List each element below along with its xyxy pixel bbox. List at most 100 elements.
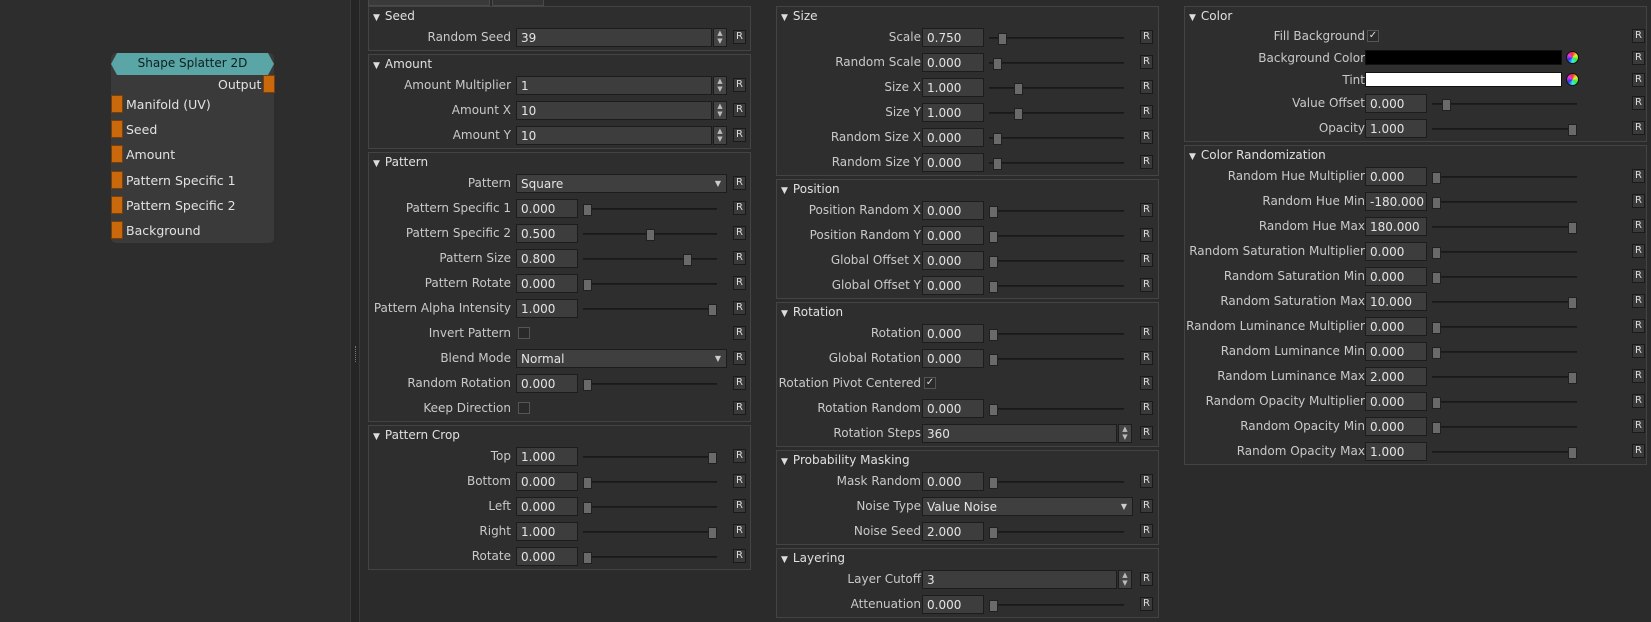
slider-handle[interactable]	[989, 477, 998, 489]
noise-seed-input[interactable]: 2.000	[922, 522, 984, 541]
right-slider[interactable]	[583, 527, 717, 539]
amount-x-spinner[interactable]: ▲ ▼	[713, 101, 727, 120]
random-seed-input[interactable]: 39	[516, 28, 712, 47]
rotation-random-input[interactable]: 0.000	[922, 399, 984, 418]
spin-up-icon[interactable]: ▲	[714, 29, 726, 37]
reset-button[interactable]: R	[1140, 474, 1153, 488]
pattern-specific-1-input[interactable]: 0.000	[516, 199, 578, 218]
reset-button[interactable]: R	[1632, 194, 1645, 208]
mask-random-input[interactable]: 0.000	[922, 472, 984, 491]
global-rotation-slider[interactable]	[989, 354, 1124, 366]
input-port[interactable]	[111, 221, 123, 239]
slider-handle[interactable]	[989, 329, 998, 341]
top-slider[interactable]	[583, 452, 717, 464]
attenuation-input[interactable]: 0.000	[922, 595, 984, 614]
random-opacity-min-input[interactable]: 0.000	[1365, 417, 1427, 436]
random-opacity-multiplier-slider[interactable]	[1432, 397, 1577, 409]
reset-button[interactable]: R	[1140, 499, 1153, 513]
input-port[interactable]	[111, 120, 123, 138]
group-header-color[interactable]: ▼ Color	[1185, 7, 1646, 25]
amount-x-input[interactable]: 10	[516, 101, 712, 120]
blend-mode-dropdown[interactable]: Normal ▼	[516, 349, 727, 368]
random-opacity-max-slider[interactable]	[1432, 447, 1577, 459]
input-port[interactable]	[111, 145, 123, 163]
amount-y-spinner[interactable]: ▲ ▼	[713, 126, 727, 145]
noise-seed-slider[interactable]	[989, 527, 1124, 539]
reset-button[interactable]: R	[1140, 105, 1153, 119]
reset-button[interactable]: R	[733, 401, 746, 415]
random-scale-slider[interactable]	[989, 58, 1124, 70]
random-seed-spinner[interactable]: ▲ ▼	[713, 28, 727, 47]
pattern-size-slider[interactable]	[583, 254, 717, 266]
reset-button[interactable]: R	[1632, 344, 1645, 358]
reset-button[interactable]: R	[1632, 444, 1645, 458]
group-header-pattern-crop[interactable]: ▼ Pattern Crop	[369, 426, 750, 444]
slider-handle[interactable]	[1014, 108, 1023, 120]
reset-button[interactable]: R	[1632, 369, 1645, 383]
reset-button[interactable]: R	[1140, 130, 1153, 144]
slider-handle[interactable]	[1014, 83, 1023, 95]
background-color-swatch[interactable]	[1365, 50, 1562, 65]
amount-multiplier-spinner[interactable]: ▲ ▼	[713, 76, 727, 95]
amount-y-input[interactable]: 10	[516, 126, 712, 145]
reset-button[interactable]: R	[1632, 394, 1645, 408]
left-slider[interactable]	[583, 502, 717, 514]
global-offset-y-input[interactable]: 0.000	[922, 276, 984, 295]
slider-handle[interactable]	[989, 600, 998, 612]
reset-button[interactable]: R	[1140, 401, 1153, 415]
reset-button[interactable]: R	[1140, 326, 1153, 340]
top-input[interactable]: 1.000	[516, 447, 578, 466]
value-offset-slider[interactable]	[1432, 99, 1577, 111]
slider-handle[interactable]	[1432, 347, 1441, 359]
slider-handle[interactable]	[998, 33, 1007, 45]
bottom-input[interactable]: 0.000	[516, 472, 578, 491]
reset-button[interactable]: R	[1140, 376, 1153, 390]
reset-button[interactable]: R	[733, 276, 746, 290]
reset-button[interactable]: R	[1632, 73, 1645, 87]
spin-up-icon[interactable]: ▲	[714, 102, 726, 110]
noise-type-dropdown[interactable]: Value Noise ▼	[922, 497, 1133, 516]
value-offset-input[interactable]: 0.000	[1365, 94, 1427, 113]
random-opacity-max-input[interactable]: 1.000	[1365, 442, 1427, 461]
slider-handle[interactable]	[583, 552, 592, 564]
group-header-rotation[interactable]: ▼ Rotation	[777, 303, 1158, 321]
panel-splitter[interactable]	[350, 0, 360, 622]
slider-handle[interactable]	[583, 477, 592, 489]
reset-button[interactable]: R	[733, 499, 746, 513]
reset-button[interactable]: R	[1632, 219, 1645, 233]
reset-button[interactable]: R	[1140, 30, 1153, 44]
fill-background-checkbox[interactable]: ✓	[1367, 30, 1379, 42]
random-luminance-multiplier-slider[interactable]	[1432, 322, 1577, 334]
position-random-y-slider[interactable]	[989, 231, 1124, 243]
scale-slider[interactable]	[989, 33, 1124, 45]
reset-button[interactable]: R	[1632, 169, 1645, 183]
slider-handle[interactable]	[1568, 222, 1577, 234]
group-header-layering[interactable]: ▼ Layering	[777, 549, 1158, 567]
reset-button[interactable]: R	[1632, 96, 1645, 110]
group-header-pattern[interactable]: ▼ Pattern	[369, 153, 750, 171]
pattern-alpha-intensity-input[interactable]: 1.000	[516, 299, 578, 318]
slider-handle[interactable]	[989, 256, 998, 268]
slider-handle[interactable]	[1432, 197, 1441, 209]
random-saturation-min-input[interactable]: 0.000	[1365, 267, 1427, 286]
spin-up-icon[interactable]: ▲	[1119, 425, 1131, 433]
random-scale-input[interactable]: 0.000	[922, 53, 984, 72]
spin-down-icon[interactable]: ▼	[1119, 579, 1131, 587]
random-luminance-max-slider[interactable]	[1432, 372, 1577, 384]
slider-handle[interactable]	[708, 452, 717, 464]
rotation-input[interactable]: 0.000	[922, 324, 984, 343]
slider-handle[interactable]	[1432, 172, 1441, 184]
slider-handle[interactable]	[1568, 447, 1577, 459]
reset-button[interactable]: R	[1632, 269, 1645, 283]
scale-input[interactable]: 0.750	[922, 28, 984, 47]
slider-handle[interactable]	[989, 354, 998, 366]
group-header-seed[interactable]: ▼ Seed	[369, 7, 750, 25]
reset-button[interactable]: R	[733, 376, 746, 390]
rotation-slider[interactable]	[989, 329, 1124, 341]
random-saturation-max-input[interactable]: 10.000	[1365, 292, 1427, 311]
random-luminance-multiplier-input[interactable]: 0.000	[1365, 317, 1427, 336]
group-header-color-randomization[interactable]: ▼ Color Randomization	[1185, 146, 1646, 164]
global-offset-x-slider[interactable]	[989, 256, 1124, 268]
input-port[interactable]	[111, 171, 123, 189]
keep-direction-checkbox[interactable]	[518, 402, 530, 414]
